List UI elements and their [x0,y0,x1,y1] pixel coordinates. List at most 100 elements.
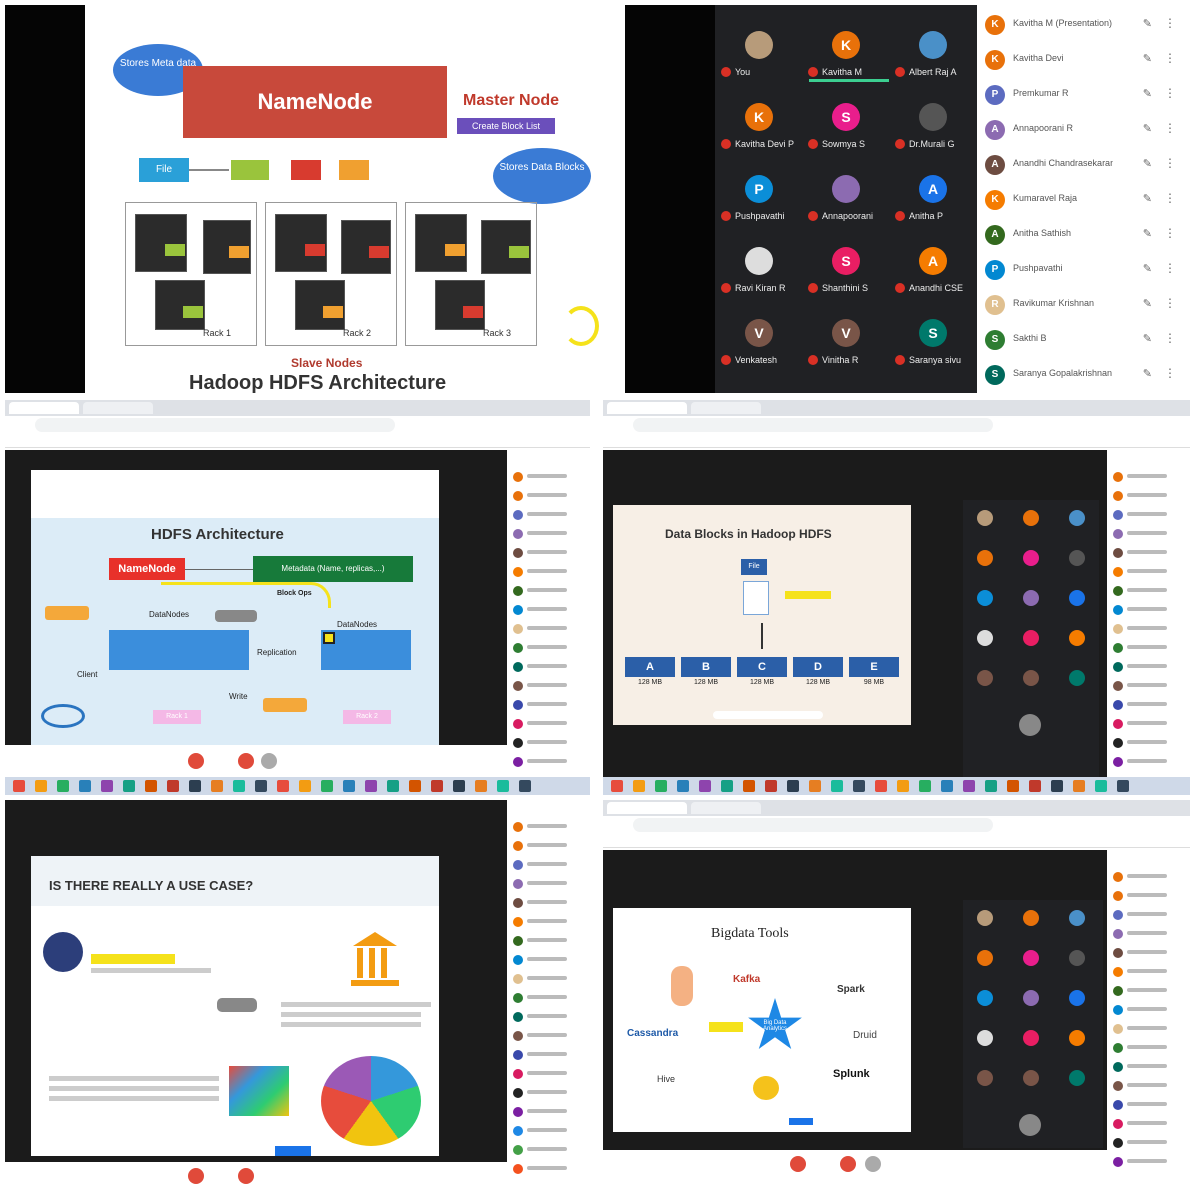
taskbar-app-icon[interactable] [343,780,355,792]
camera-button[interactable] [238,753,254,769]
participant-row[interactable] [511,1103,586,1121]
slide-toolbar[interactable] [713,711,823,719]
participant-row[interactable] [511,875,586,893]
taskbar-app-icon[interactable] [255,780,267,792]
present-button[interactable] [261,753,277,769]
taskbar-app-icon[interactable] [743,780,755,792]
participant-row[interactable] [511,951,586,969]
participant-row[interactable] [1111,639,1186,657]
participant-row[interactable] [511,487,586,505]
participant-row[interactable] [1111,963,1186,981]
taskbar-app-icon[interactable] [409,780,421,792]
taskbar-app-icon[interactable] [1095,780,1107,792]
participant-row[interactable] [511,601,586,619]
taskbar-app-icon[interactable] [519,780,531,792]
slide-button[interactable] [275,1146,311,1156]
taskbar-app-icon[interactable] [475,780,487,792]
taskbar-app-icon[interactable] [831,780,843,792]
participant-row[interactable] [511,582,586,600]
muted-mic-icon[interactable]: ✎ [1143,52,1152,65]
slide-button[interactable] [789,1118,813,1125]
taskbar-app-icon[interactable] [919,780,931,792]
participant-row[interactable] [511,1008,586,1026]
participant-row[interactable] [1111,925,1186,943]
participant-row[interactable] [1111,563,1186,581]
participant-row[interactable] [511,468,586,486]
participant-row[interactable] [511,506,586,524]
more-options-icon[interactable]: ⋮ [1164,261,1176,275]
participant-row[interactable] [1111,753,1186,771]
address-bar[interactable] [35,418,395,432]
more-options-icon[interactable]: ⋮ [1164,86,1176,100]
taskbar-app-icon[interactable] [611,780,623,792]
participant-row[interactable]: P Premkumar R ✎ ⋮ [977,77,1190,112]
taskbar-app-icon[interactable] [1007,780,1019,792]
participant-row[interactable] [1111,734,1186,752]
camera-button[interactable] [840,1156,856,1172]
mic-button[interactable] [188,753,204,769]
taskbar-app-icon[interactable] [809,780,821,792]
participant-row[interactable] [1111,1077,1186,1095]
participant-row[interactable]: A Annapoorani R ✎ ⋮ [977,112,1190,147]
browser-tab[interactable] [607,802,687,814]
more-options-icon[interactable]: ⋮ [1164,296,1176,310]
taskbar-app-icon[interactable] [365,780,377,792]
participant-row[interactable] [511,1065,586,1083]
more-options-icon[interactable]: ⋮ [1164,366,1176,380]
more-options-icon[interactable]: ⋮ [1164,331,1176,345]
taskbar-app-icon[interactable] [677,780,689,792]
taskbar-app-icon[interactable] [963,780,975,792]
taskbar-app-icon[interactable] [321,780,333,792]
taskbar-app-icon[interactable] [897,780,909,792]
participant-row[interactable] [511,715,586,733]
participant-row[interactable] [1111,1134,1186,1152]
participant-row[interactable] [511,677,586,695]
participant-row[interactable] [511,525,586,543]
taskbar-app-icon[interactable] [233,780,245,792]
taskbar-app-icon[interactable] [1051,780,1063,792]
participant-row[interactable] [511,856,586,874]
taskbar-app-icon[interactable] [299,780,311,792]
participant-row[interactable]: K Kumaravel Raja ✎ ⋮ [977,182,1190,217]
taskbar-app-icon[interactable] [123,780,135,792]
participant-row[interactable] [1111,1096,1186,1114]
taskbar-app-icon[interactable] [387,780,399,792]
taskbar-app-icon[interactable] [57,780,69,792]
participant-row[interactable] [511,1084,586,1102]
participant-row[interactable] [1111,468,1186,486]
participant-row[interactable] [1111,715,1186,733]
taskbar-app-icon[interactable] [79,780,91,792]
participant-row[interactable] [511,563,586,581]
participant-row[interactable]: P Pushpavathi ✎ ⋮ [977,252,1190,287]
address-bar[interactable] [633,418,993,432]
participant-row[interactable] [511,1046,586,1064]
more-options-icon[interactable]: ⋮ [1164,16,1176,30]
participant-row[interactable] [1111,658,1186,676]
browser-tab[interactable] [691,802,761,814]
mic-button[interactable] [188,1168,204,1184]
participant-row[interactable] [511,818,586,836]
muted-mic-icon[interactable]: ✎ [1143,297,1152,310]
taskbar-app-icon[interactable] [655,780,667,792]
participant-row[interactable]: S Saranya Gopalakrishnan ✎ ⋮ [977,357,1190,392]
participant-row[interactable] [1111,1039,1186,1057]
participant-row[interactable] [511,989,586,1007]
taskbar-app-icon[interactable] [941,780,953,792]
muted-mic-icon[interactable]: ✎ [1143,332,1152,345]
participant-row[interactable] [511,639,586,657]
taskbar-app-icon[interactable] [721,780,733,792]
muted-mic-icon[interactable]: ✎ [1143,122,1152,135]
taskbar-app-icon[interactable] [211,780,223,792]
participant-row[interactable] [1111,506,1186,524]
participant-row[interactable] [511,913,586,931]
participant-row[interactable] [1111,487,1186,505]
participant-row[interactable] [1111,906,1186,924]
participant-row[interactable] [511,544,586,562]
participant-row[interactable] [511,620,586,638]
taskbar-app-icon[interactable] [189,780,201,792]
participant-row[interactable] [1111,944,1186,962]
participant-row[interactable]: A Anitha Sathish ✎ ⋮ [977,217,1190,252]
participant-row[interactable] [1111,868,1186,886]
participant-row[interactable] [1111,601,1186,619]
more-options-icon[interactable]: ⋮ [1164,226,1176,240]
